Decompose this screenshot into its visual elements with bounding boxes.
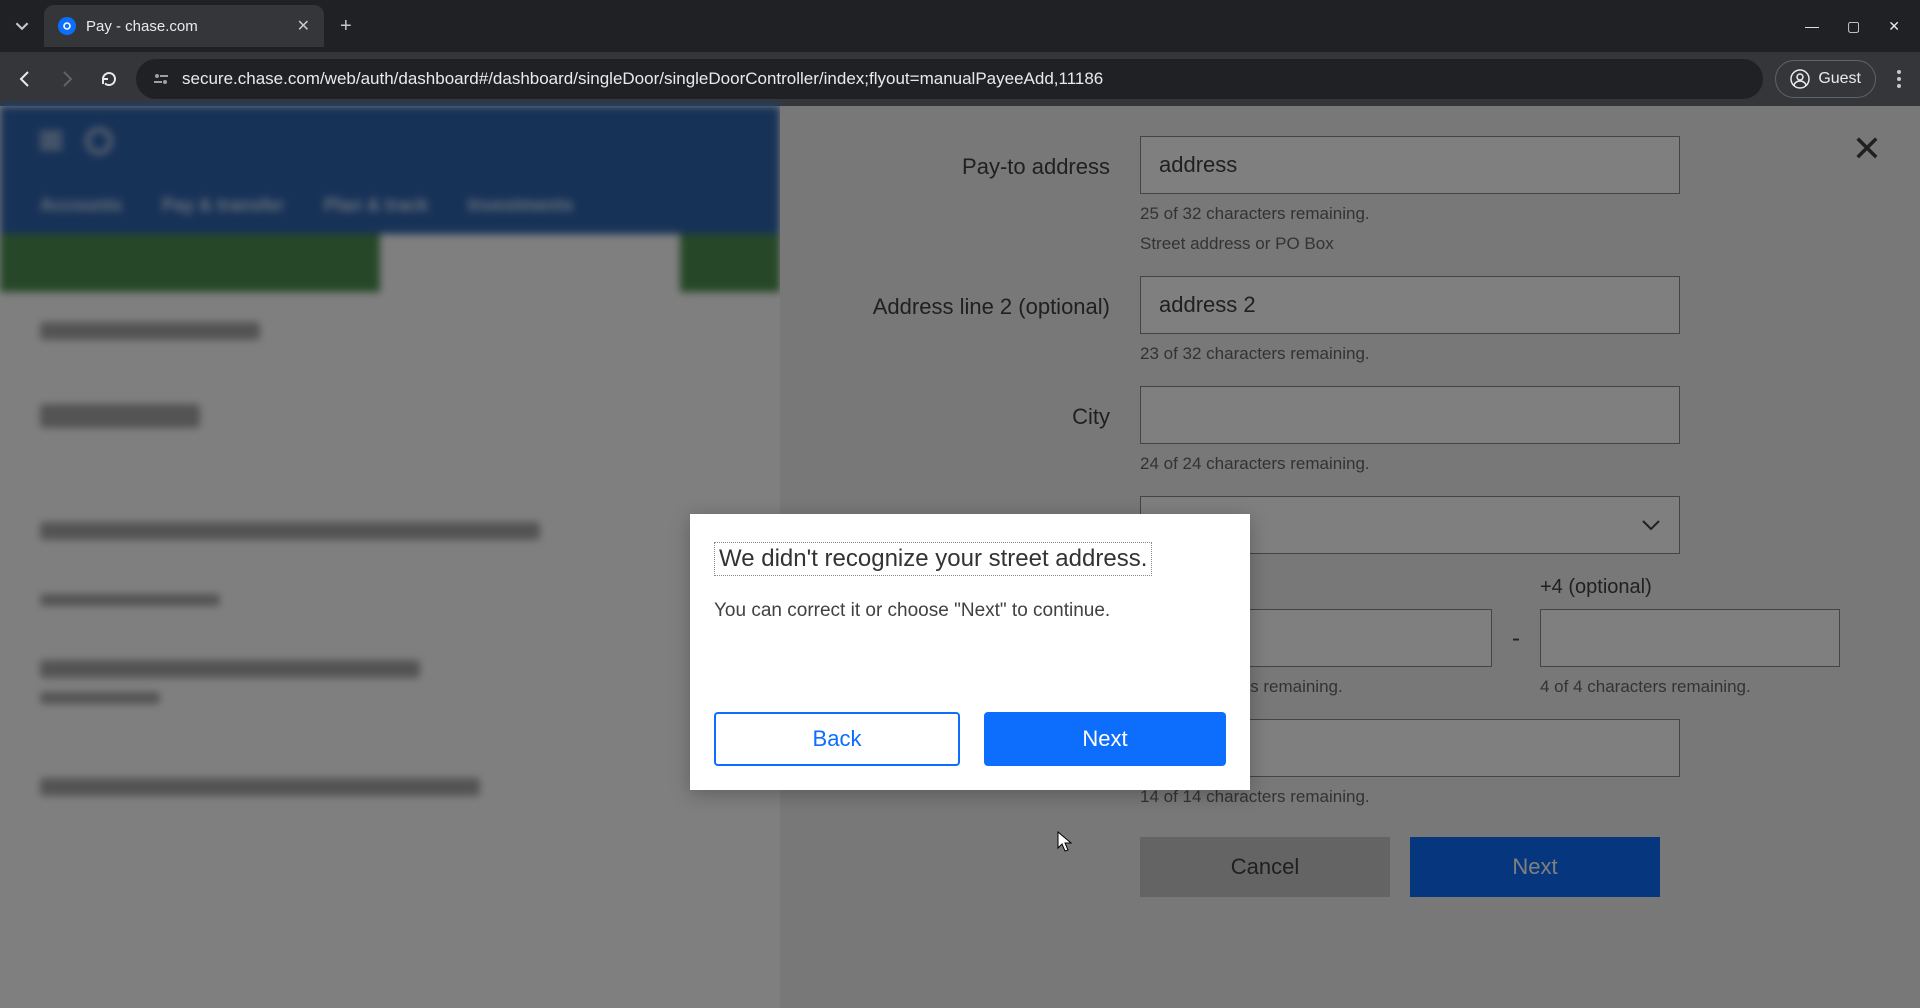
dialog-back-button[interactable]: Back xyxy=(714,712,960,766)
new-tab-button[interactable]: + xyxy=(340,15,352,38)
address-bar[interactable]: secure.chase.com/web/auth/dashboard#/das… xyxy=(136,59,1763,99)
profile-guest[interactable]: Guest xyxy=(1775,60,1876,98)
maximize-icon[interactable]: ▢ xyxy=(1847,18,1860,35)
minimize-icon[interactable]: — xyxy=(1805,18,1819,35)
forward-icon xyxy=(52,64,82,94)
favicon-icon xyxy=(58,17,76,35)
dialog-next-button[interactable]: Next xyxy=(984,712,1226,766)
reload-icon[interactable] xyxy=(94,64,124,94)
back-icon[interactable] xyxy=(10,64,40,94)
url-text: secure.chase.com/web/auth/dashboard#/das… xyxy=(182,69,1103,89)
close-window-icon[interactable]: ✕ xyxy=(1888,18,1900,35)
guest-label: Guest xyxy=(1818,70,1861,88)
guest-avatar-icon xyxy=(1790,69,1810,89)
address-not-recognized-dialog: We didn't recognize your street address.… xyxy=(690,514,1250,790)
browser-menu-icon[interactable] xyxy=(1888,69,1910,89)
site-settings-icon[interactable] xyxy=(152,70,170,88)
dialog-body: You can correct it or choose "Next" to c… xyxy=(714,600,1226,622)
tab-search-dropdown[interactable] xyxy=(8,12,36,40)
tab-close-icon[interactable]: ✕ xyxy=(297,16,310,36)
browser-tab[interactable]: Pay - chase.com ✕ xyxy=(44,5,324,47)
dialog-title: We didn't recognize your street address. xyxy=(714,542,1152,576)
tab-title: Pay - chase.com xyxy=(86,18,287,35)
